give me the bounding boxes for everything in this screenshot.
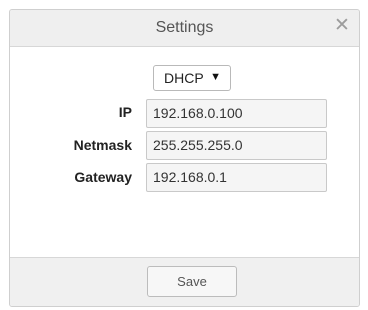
gateway-label: Gateway xyxy=(74,169,132,185)
settings-dialog: Settings ✕ DHCP ▼ IP 192.168.0.100 Netma… xyxy=(9,9,360,307)
network-mode-value: DHCP xyxy=(164,70,204,86)
dialog-title: Settings xyxy=(155,19,214,36)
netmask-field[interactable]: 255.255.255.0 xyxy=(146,131,327,160)
ip-label: IP xyxy=(118,104,132,120)
caret-down-icon: ▼ xyxy=(210,71,221,83)
dialog-titlebar: Settings ✕ xyxy=(10,10,359,47)
netmask-label: Netmask xyxy=(73,137,132,153)
ip-field[interactable]: 192.168.0.100 xyxy=(146,99,327,128)
close-icon[interactable]: ✕ xyxy=(333,16,351,36)
network-mode-select[interactable]: DHCP ▼ xyxy=(153,65,231,91)
save-button[interactable]: Save xyxy=(147,266,237,297)
dialog-footer: Save xyxy=(10,258,359,306)
dialog-body: DHCP ▼ IP 192.168.0.100 Netmask 255.255.… xyxy=(10,47,359,258)
gateway-field[interactable]: 192.168.0.1 xyxy=(146,163,327,192)
